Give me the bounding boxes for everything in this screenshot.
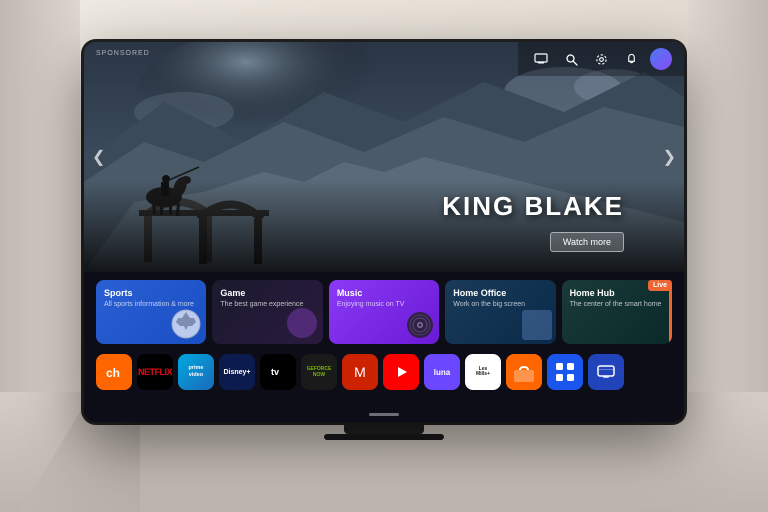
tv-stand-base: [324, 434, 444, 440]
home-office-decoration: [522, 310, 552, 340]
category-card-sports[interactable]: Sports All sports information & more: [96, 280, 206, 344]
sports-title: Sports: [104, 288, 198, 298]
tv-screen: SPONSORED KING BLAKE Watch more ❮ ❯: [84, 42, 684, 422]
bottom-indicator: [369, 413, 399, 416]
app-prime-icon[interactable]: primevideo: [178, 354, 214, 390]
live-badge: Live: [648, 280, 672, 291]
app-geforce-icon[interactable]: GEFORCENOW: [301, 354, 337, 390]
category-card-home-office[interactable]: Home Office Work on the big screen: [445, 280, 555, 344]
home-office-title: Home Office: [453, 288, 547, 298]
settings-icon[interactable]: [590, 48, 612, 70]
app-shop-icon[interactable]: [506, 354, 542, 390]
home-hub-desc: The center of the smart home: [570, 300, 664, 309]
app-youtube-icon[interactable]: [383, 354, 419, 390]
category-card-game[interactable]: Game The best game experience: [212, 280, 322, 344]
watch-more-button[interactable]: Watch more: [550, 232, 624, 252]
tv-stand: [344, 422, 424, 434]
game-decoration: [287, 308, 317, 338]
hero-title: KING BLAKE: [442, 191, 624, 222]
app-masterclass-icon[interactable]: M: [342, 354, 378, 390]
music-title: Music: [337, 288, 431, 298]
svg-text:tv: tv: [271, 367, 279, 377]
category-card-music[interactable]: Music Enjoying music on TV: [329, 280, 439, 344]
app-apps-icon[interactable]: [547, 354, 583, 390]
app-ch-icon[interactable]: ch: [96, 354, 132, 390]
app-netflix-icon[interactable]: NETFLIX: [137, 354, 173, 390]
hero-section: SPONSORED KING BLAKE Watch more ❮ ❯: [84, 42, 684, 272]
sponsored-label: SPONSORED: [96, 50, 150, 57]
app-tv-control-icon[interactable]: [588, 354, 624, 390]
hero-nav-right[interactable]: ❯: [663, 147, 676, 167]
home-office-desc: Work on the big screen: [453, 300, 547, 309]
content-area: Sports All sports information & more Gam…: [84, 272, 684, 422]
app-apple-icon[interactable]: tv: [260, 354, 296, 390]
svg-text:ch: ch: [106, 366, 120, 380]
search-icon[interactable]: [560, 48, 582, 70]
categories-row: Sports All sports information & more Gam…: [84, 272, 684, 350]
user-avatar[interactable]: [650, 48, 672, 70]
music-desc: Enjoying music on TV: [337, 300, 431, 309]
notification-icon[interactable]: [620, 48, 642, 70]
tv-wrapper: SPONSORED KING BLAKE Watch more ❮ ❯: [80, 30, 688, 452]
screen-icon[interactable]: [530, 48, 552, 70]
apps-row: ch NETFLIX primevideo Disney+: [84, 350, 684, 398]
app-disney-icon[interactable]: Disney+: [219, 354, 255, 390]
hero-nav-left[interactable]: ❮: [92, 147, 105, 167]
top-bar: [518, 42, 684, 76]
game-title: Game: [220, 288, 314, 298]
app-luna-icon[interactable]: luna: [424, 354, 460, 390]
app-lesmills-icon[interactable]: LesMills+: [465, 354, 501, 390]
